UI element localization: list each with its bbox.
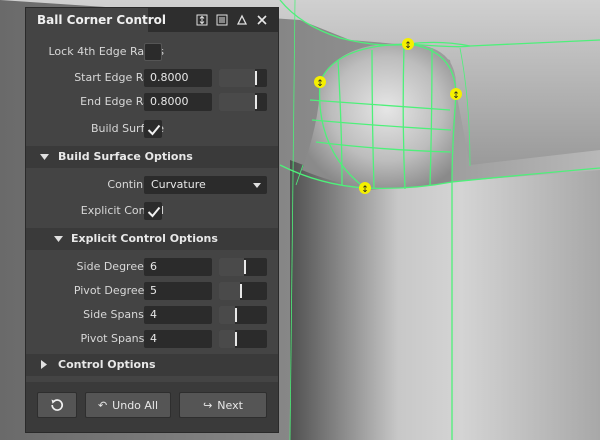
start-edge-ratio-slider[interactable] (219, 69, 267, 87)
svg-text:↕: ↕ (404, 41, 412, 51)
explicit-control-row: Explicit Control (26, 199, 278, 223)
lock-edge-ratios-checkbox[interactable] (144, 43, 162, 61)
next-icon: ↪ (203, 398, 213, 412)
build-surface-options-header[interactable]: Build Surface Options (26, 146, 278, 168)
explicit-control-options-header[interactable]: Explicit Control Options (26, 228, 278, 250)
menu-icon[interactable] (214, 12, 230, 28)
side-spans-row: Side Spans (U) 4 (26, 303, 278, 327)
side-degree-input[interactable]: 6 (144, 258, 212, 276)
end-edge-ratio-slider[interactable] (219, 93, 267, 111)
collapse-icon[interactable] (234, 12, 250, 28)
panel-footer: ↶ Undo All ↪ Next (26, 382, 278, 432)
chevron-down-icon (40, 154, 49, 160)
next-label: Next (217, 398, 243, 412)
control-options-title: Control Options (58, 358, 156, 371)
checkmark-icon (147, 206, 161, 218)
start-edge-ratio-row: Start Edge Ratio 0.8000 (26, 66, 278, 90)
pivot-spans-input[interactable]: 4 (144, 330, 212, 348)
svg-text:↕: ↕ (452, 91, 460, 101)
panel-title: Ball Corner Control (26, 8, 166, 32)
pin-icon[interactable] (194, 12, 210, 28)
pivot-degree-row: Pivot Degree (V) 5 (26, 279, 278, 303)
explicit-control-checkbox[interactable] (144, 202, 162, 220)
svg-text:↕: ↕ (361, 185, 369, 195)
chevron-down-icon (253, 183, 261, 188)
svg-text:↕: ↕ (316, 79, 324, 89)
slider-handle[interactable] (235, 332, 237, 346)
slider-handle[interactable] (255, 95, 257, 109)
checkmark-icon (147, 124, 161, 136)
slider-handle[interactable] (255, 71, 257, 85)
undo-icon: ↶ (97, 398, 108, 412)
reset-icon (51, 399, 64, 411)
side-degree-slider[interactable] (219, 258, 267, 276)
ball-corner-control-panel: Ball Corner Control Lock 4th Edge Ratios… (26, 8, 278, 432)
pivot-degree-slider[interactable] (219, 282, 267, 300)
chevron-down-icon (54, 236, 63, 242)
slider-handle[interactable] (235, 308, 237, 322)
pivot-spans-row: Pivot Spans (V) 4 (26, 327, 278, 351)
build-surface-options-title: Build Surface Options (58, 150, 193, 163)
side-spans-input[interactable]: 4 (144, 306, 212, 324)
close-icon[interactable] (254, 12, 270, 28)
start-edge-ratio-input[interactable]: 0.8000 (144, 69, 212, 87)
explicit-control-options-title: Explicit Control Options (71, 232, 218, 245)
reset-button[interactable] (37, 392, 77, 418)
undo-all-button[interactable]: ↶ Undo All (85, 392, 171, 418)
control-options-header[interactable]: Control Options (26, 354, 278, 376)
continuity-dropdown[interactable]: Curvature (144, 176, 267, 194)
build-surface-checkbox[interactable] (144, 120, 162, 138)
next-button[interactable]: ↪ Next (179, 392, 267, 418)
build-surface-row: Build Surface (26, 117, 278, 141)
continuity-row: Continuity Curvature (26, 173, 278, 197)
pivot-spans-slider[interactable] (219, 330, 267, 348)
slider-handle[interactable] (244, 260, 246, 274)
slider-handle[interactable] (240, 284, 242, 298)
side-spans-slider[interactable] (219, 306, 267, 324)
panel-titlebar: Ball Corner Control (26, 8, 278, 32)
lock-edge-ratios-row: Lock 4th Edge Ratios (26, 40, 278, 64)
chevron-right-icon (41, 360, 47, 369)
continuity-value: Curvature (151, 178, 206, 191)
side-degree-row: Side Degree (U) 6 (26, 255, 278, 279)
pivot-degree-input[interactable]: 5 (144, 282, 212, 300)
end-edge-ratio-input[interactable]: 0.8000 (144, 93, 212, 111)
end-edge-ratio-row: End Edge Ratio 0.8000 (26, 90, 278, 114)
undo-all-label: Undo All (112, 398, 159, 412)
